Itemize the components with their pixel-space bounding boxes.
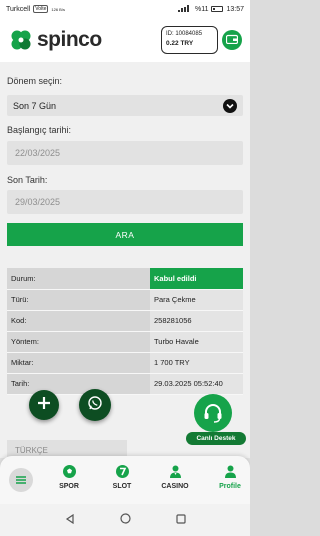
period-value: Son 7 Gün (13, 100, 57, 111)
slot-seven-icon (115, 464, 130, 481)
detail-row: Miktar: 1 700 TRY (7, 352, 243, 374)
detail-value: Para Çekme (150, 289, 243, 311)
detail-key: Türü: (7, 289, 150, 311)
chevron-down-icon (223, 98, 237, 113)
end-date-input[interactable]: 29/03/2025 (7, 190, 243, 214)
account-balance-box[interactable]: ID: 10084085 0.22 TRY (161, 26, 218, 54)
detail-key: Tarih: (7, 373, 150, 395)
detail-key: Yöntem: (7, 331, 150, 353)
search-button[interactable]: ARA (7, 223, 243, 246)
wallet-icon (225, 31, 239, 49)
status-bar: Turkcell Volte 126 B/s %11 13:57 (0, 0, 250, 18)
clock: 13:57 (226, 5, 244, 13)
nav-slot[interactable]: SLOT (108, 464, 136, 490)
transaction-details-table: Durum: Kabul edildi Türü: Para Çekme Kod: 258… (7, 268, 243, 395)
plus-icon (37, 396, 51, 415)
detail-value: 258281056 (150, 310, 243, 332)
account-id: ID: 10084085 (166, 31, 203, 37)
brand-name: spinco (37, 28, 102, 51)
nav-spor[interactable]: SPOR (55, 464, 83, 490)
detail-key: Durum: (7, 268, 150, 290)
carrier-name: Turkcell (6, 5, 31, 13)
casino-dealer-icon (168, 464, 183, 481)
live-support-label: Canlı Destek (186, 432, 246, 445)
system-navigation-bar (0, 504, 250, 536)
period-label: Dönem seçin: (7, 76, 63, 86)
live-support-button[interactable]: Canlı Destek (186, 394, 246, 450)
soccer-ball-icon (62, 464, 77, 481)
nav-casino-label: CASINO (161, 483, 189, 490)
status-badge: Kabul edildi (150, 268, 243, 290)
whatsapp-icon (87, 395, 103, 416)
start-date-input[interactable]: 22/03/2025 (7, 141, 243, 165)
clover-logo-icon (8, 27, 34, 53)
detail-row: Durum: Kabul edildi (7, 268, 243, 290)
signal-icon (177, 4, 192, 14)
app-header: spinco ID: 10084085 0.22 TRY (0, 18, 250, 62)
nav-profile[interactable]: Profile (214, 464, 246, 490)
app-screen: Turkcell Volte 126 B/s %11 13:57 spinco … (0, 0, 250, 536)
nav-casino[interactable]: CASINO (157, 464, 193, 490)
net-rate: 126 B/s (51, 6, 65, 12)
network-badge: Volte (33, 5, 49, 13)
detail-value: 29.03.2025 05:52:40 (150, 373, 243, 395)
period-select[interactable]: Son 7 Gün (7, 95, 243, 116)
nav-spor-label: SPOR (59, 483, 79, 490)
back-icon[interactable] (65, 511, 75, 529)
recents-icon[interactable] (175, 511, 186, 529)
wallet-button[interactable] (222, 30, 242, 50)
headset-icon (194, 394, 232, 432)
home-icon[interactable] (119, 511, 131, 529)
whatsapp-button[interactable] (79, 389, 111, 421)
account-balance: 0.22 TRY (166, 40, 194, 47)
bottom-navigation: SPOR SLOT CASINO Profile (0, 456, 250, 504)
detail-row: Türü: Para Çekme (7, 289, 243, 311)
detail-key: Kod: (7, 310, 150, 332)
detail-row: Kod: 258281056 (7, 310, 243, 332)
menu-button[interactable] (9, 468, 33, 492)
profile-user-icon (223, 464, 238, 481)
battery-percent: %11 (194, 5, 209, 13)
detail-value: Turbo Havale (150, 331, 243, 353)
end-date-label: Son Tarih: (7, 175, 48, 185)
battery-icon (211, 6, 224, 12)
nav-profile-label: Profile (219, 483, 241, 490)
menu-icon (16, 471, 26, 489)
detail-row: Yöntem: Turbo Havale (7, 331, 243, 353)
add-button[interactable] (29, 390, 59, 420)
brand-logo[interactable]: spinco (8, 27, 102, 53)
detail-key: Miktar: (7, 352, 150, 374)
start-date-label: Başlangıç tarihi: (7, 125, 72, 135)
nav-slot-label: SLOT (112, 483, 132, 490)
detail-value: 1 700 TRY (150, 352, 243, 374)
